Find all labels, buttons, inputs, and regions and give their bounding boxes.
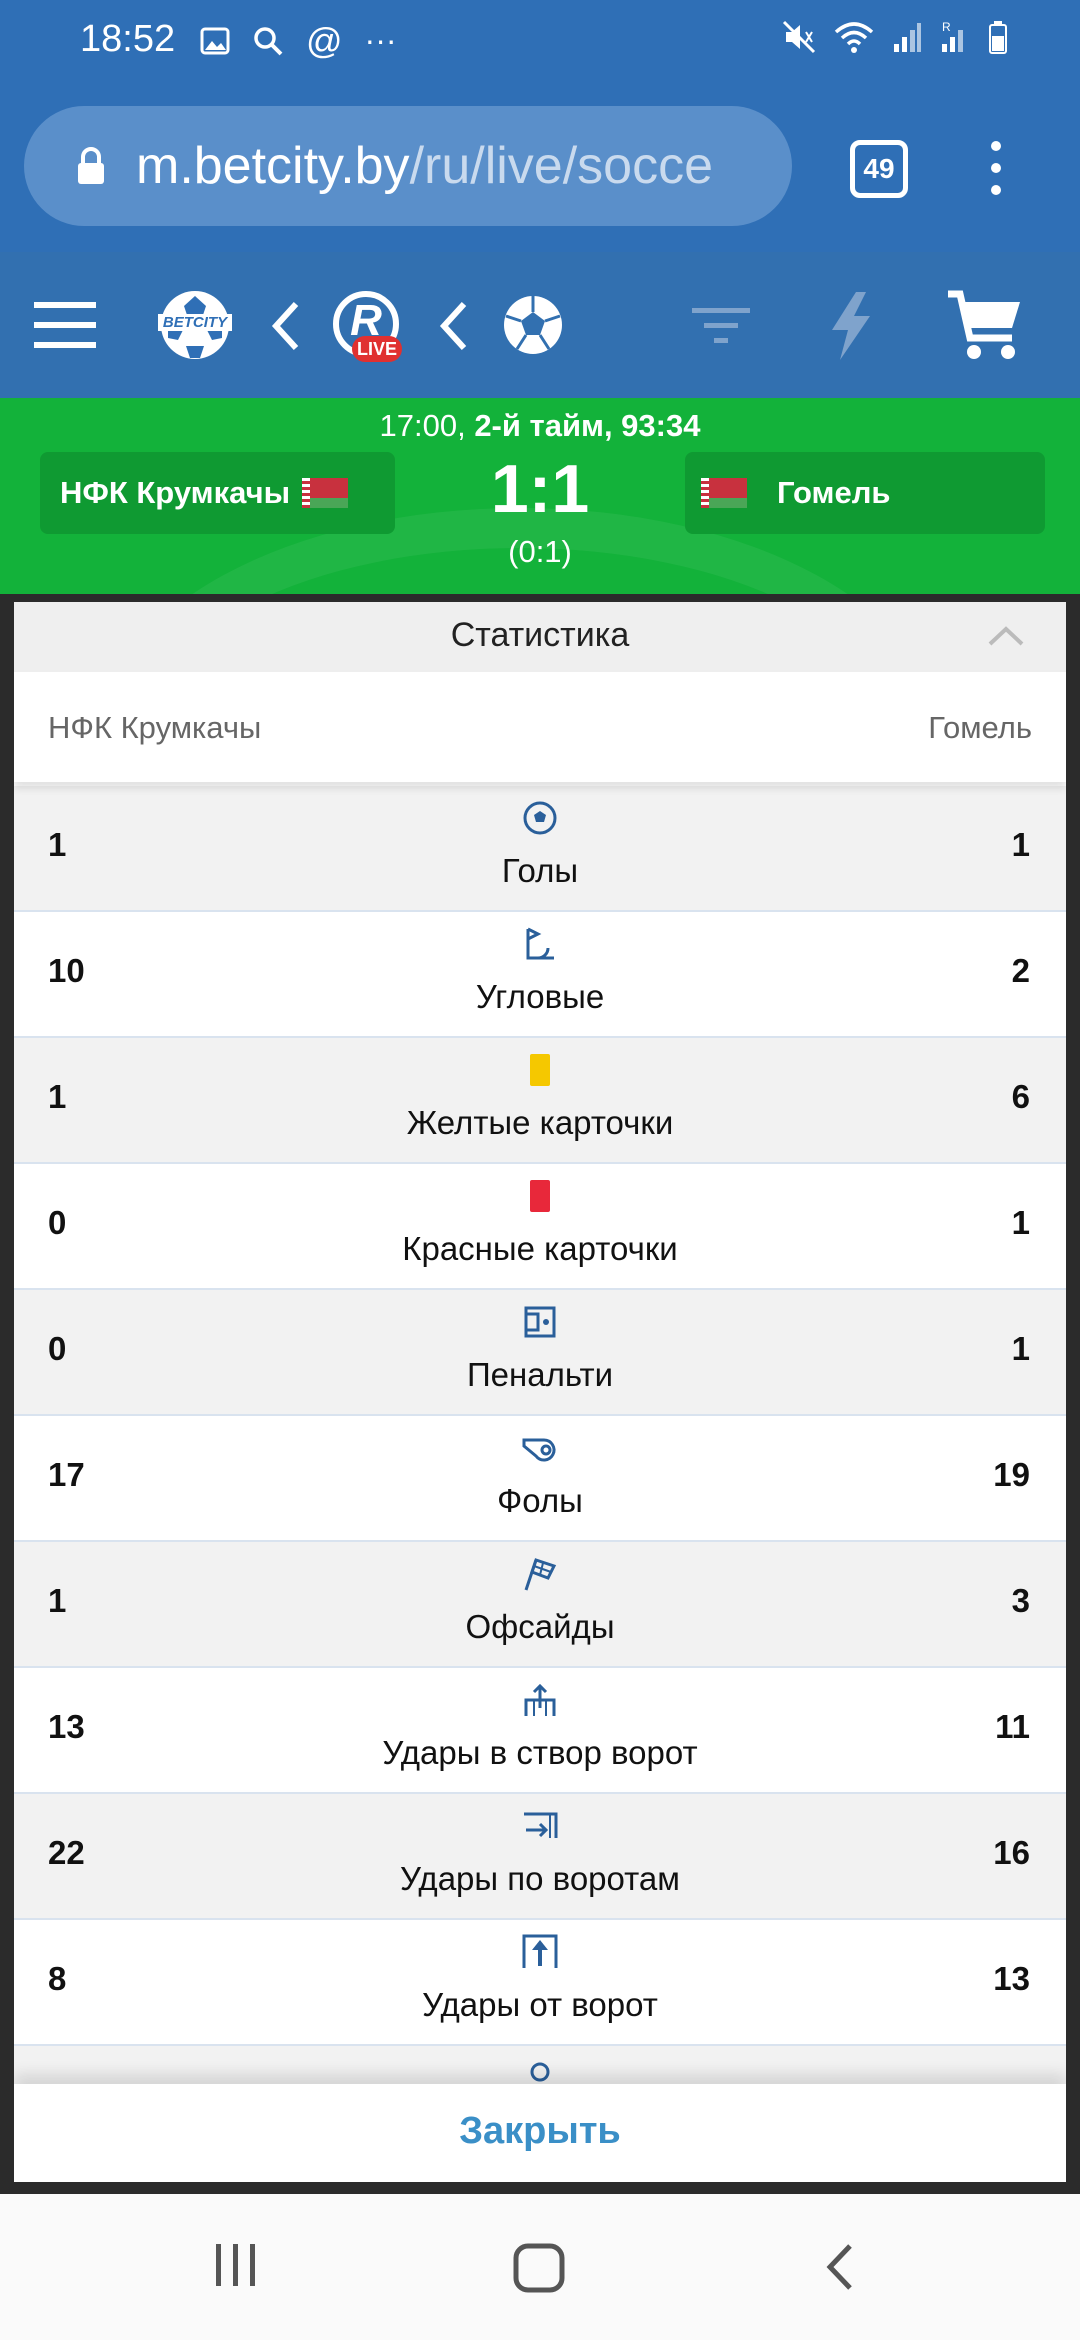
- filter-icon[interactable]: [690, 306, 752, 346]
- match-time: 17:00, 2-й тайм, 93:34: [0, 408, 1080, 444]
- stat-row-goals: 1 Голы 1: [14, 786, 1066, 912]
- red-card-icon: [530, 1180, 550, 1212]
- stat-row-offsides: 1 Офсайды 3: [14, 1542, 1066, 1668]
- site-navbar: BETCITY R LIVE: [0, 252, 1080, 398]
- offside-flag-icon: [524, 1558, 557, 1591]
- tab-switcher-button[interactable]: 49: [850, 140, 908, 198]
- stat-away-value: 3: [1011, 1582, 1030, 1619]
- stat-label: Угловые: [475, 978, 605, 1015]
- wifi-icon: [834, 22, 874, 53]
- android-navigation-bar: [0, 2194, 1080, 2340]
- yellow-card-icon: [530, 1054, 550, 1086]
- at-icon: @: [306, 19, 343, 61]
- browser-toolbar: m.betcity.by/ru/live/socce 49: [0, 84, 1080, 252]
- soccer-ball-icon[interactable]: [502, 294, 564, 356]
- stat-away-value: 2: [1011, 952, 1030, 989]
- status-bar: 18:52 @ ··· R: [0, 0, 1080, 84]
- stat-label: Фолы: [497, 1482, 583, 1519]
- gallery-icon: [200, 27, 230, 54]
- cart-icon[interactable]: [946, 288, 1022, 364]
- lightning-icon[interactable]: [826, 290, 876, 362]
- brand-text: BETCITY: [158, 314, 232, 331]
- betcity-logo[interactable]: BETCITY: [158, 288, 232, 362]
- match-period: 2-й тайм, 93:34: [474, 408, 701, 443]
- shot-icon: [524, 1812, 558, 1838]
- status-time: 18:52: [80, 18, 176, 60]
- stat-row-corners: 10 Угловые 2: [14, 912, 1066, 1038]
- close-bar: Закрыть: [14, 2084, 1066, 2182]
- stat-label: Удары в створ ворот: [382, 1734, 698, 1771]
- stat-row-fouls: 17 Фолы 19: [14, 1416, 1066, 1542]
- stat-label: Желтые карточки: [406, 1104, 674, 1141]
- half-time-score: (0:1): [508, 534, 572, 569]
- url-text: m.betcity.by/ru/live/socce: [136, 136, 713, 196]
- goal-kick-icon: [522, 1934, 558, 1968]
- stat-label: Пенальти: [466, 1356, 614, 1393]
- stats-away-team: Гомель: [928, 710, 1032, 745]
- chevron-left-icon[interactable]: [436, 300, 470, 352]
- away-team-pill: Гомель: [685, 452, 1045, 534]
- stat-row-yellow-cards: 1 Желтые карточки 6: [14, 1038, 1066, 1164]
- chevron-left-icon[interactable]: [268, 300, 302, 352]
- stats-teams-row: НФК Крумкачы Гомель: [14, 672, 1066, 782]
- whistle-icon: [522, 1438, 556, 1462]
- stat-row-goal-kicks: 8 Удары от ворот 13: [14, 1920, 1066, 2046]
- shot-on-target-icon: [524, 1683, 556, 1716]
- stats-panel: Статистика НФК Крумкачы Гомель 1 Голы 1 …: [14, 602, 1066, 2182]
- url-host: m.betcity.by: [136, 137, 410, 195]
- stat-label: Голы: [501, 852, 579, 889]
- home-icon[interactable]: [512, 2242, 566, 2294]
- more-notifications-icon: ···: [364, 22, 397, 58]
- battery-icon: [989, 21, 1007, 54]
- signal-icon: [894, 23, 921, 52]
- stat-away-value: 1: [1011, 826, 1030, 863]
- roaming-signal-icon: R: [942, 20, 963, 52]
- stats-header[interactable]: Статистика: [14, 602, 1066, 673]
- chevron-up-icon[interactable]: [986, 624, 1026, 648]
- match-header: 17:00, 2-й тайм, 93:34 НФК Крумкачы 1:1 …: [0, 398, 1080, 594]
- address-bar[interactable]: m.betcity.by/ru/live/socce: [24, 106, 792, 226]
- stats-modal-backdrop: Статистика НФК Крумкачы Гомель 1 Голы 1 …: [0, 594, 1080, 2194]
- stat-away-value: 19: [993, 1456, 1030, 1493]
- live-section-button[interactable]: R LIVE: [330, 290, 402, 362]
- stat-row-penalties: 0 Пенальти 1: [14, 1290, 1066, 1416]
- stat-row-shots: 22 Удары по воротам 16: [14, 1794, 1066, 1920]
- stat-row-shots-on-target: 13 Удары в створ ворот 11: [14, 1668, 1066, 1794]
- recent-apps-icon[interactable]: [212, 2242, 260, 2288]
- stats-title: Статистика: [450, 616, 630, 654]
- back-icon[interactable]: [822, 2242, 856, 2292]
- mute-icon: [782, 20, 816, 54]
- search-notification-icon: [254, 26, 283, 55]
- live-badge: LIVE: [352, 336, 402, 362]
- browser-menu-icon[interactable]: [984, 138, 1008, 198]
- stat-away-value: 13: [993, 1960, 1030, 1997]
- stat-away-value: 11: [995, 1708, 1030, 1745]
- match-start-time: 17:00,: [379, 408, 475, 443]
- lock-icon: [78, 147, 104, 184]
- penalty-spot-icon: [524, 1306, 556, 1338]
- belarus-flag-icon: [701, 478, 747, 508]
- hamburger-menu-icon[interactable]: [34, 302, 96, 348]
- stat-away-value: 6: [1011, 1078, 1030, 1115]
- stat-label: Красные карточки: [402, 1230, 678, 1267]
- stats-list: 1 Голы 1 10 Угловые 2 1 Желтые карточки …: [14, 786, 1066, 2128]
- stats-home-team: НФК Крумкачы: [48, 710, 262, 745]
- away-team-name: Гомель: [777, 475, 891, 510]
- stat-label: Удары от ворот: [422, 1986, 658, 2023]
- stat-label: Удары по воротам: [400, 1860, 680, 1897]
- corner-flag-icon: [526, 927, 554, 960]
- ball-icon: [523, 801, 557, 835]
- close-button[interactable]: Закрыть: [14, 2110, 1066, 2153]
- svg-text:R: R: [942, 20, 951, 34]
- stat-row-red-cards: 0 Красные карточки 1: [14, 1164, 1066, 1290]
- stat-label: Офсайды: [465, 1608, 615, 1645]
- stat-away-value: 16: [993, 1834, 1030, 1871]
- stat-away-value: 1: [1011, 1330, 1030, 1367]
- url-path: /ru/live/socce: [409, 137, 714, 195]
- stat-away-value: 1: [1011, 1204, 1030, 1241]
